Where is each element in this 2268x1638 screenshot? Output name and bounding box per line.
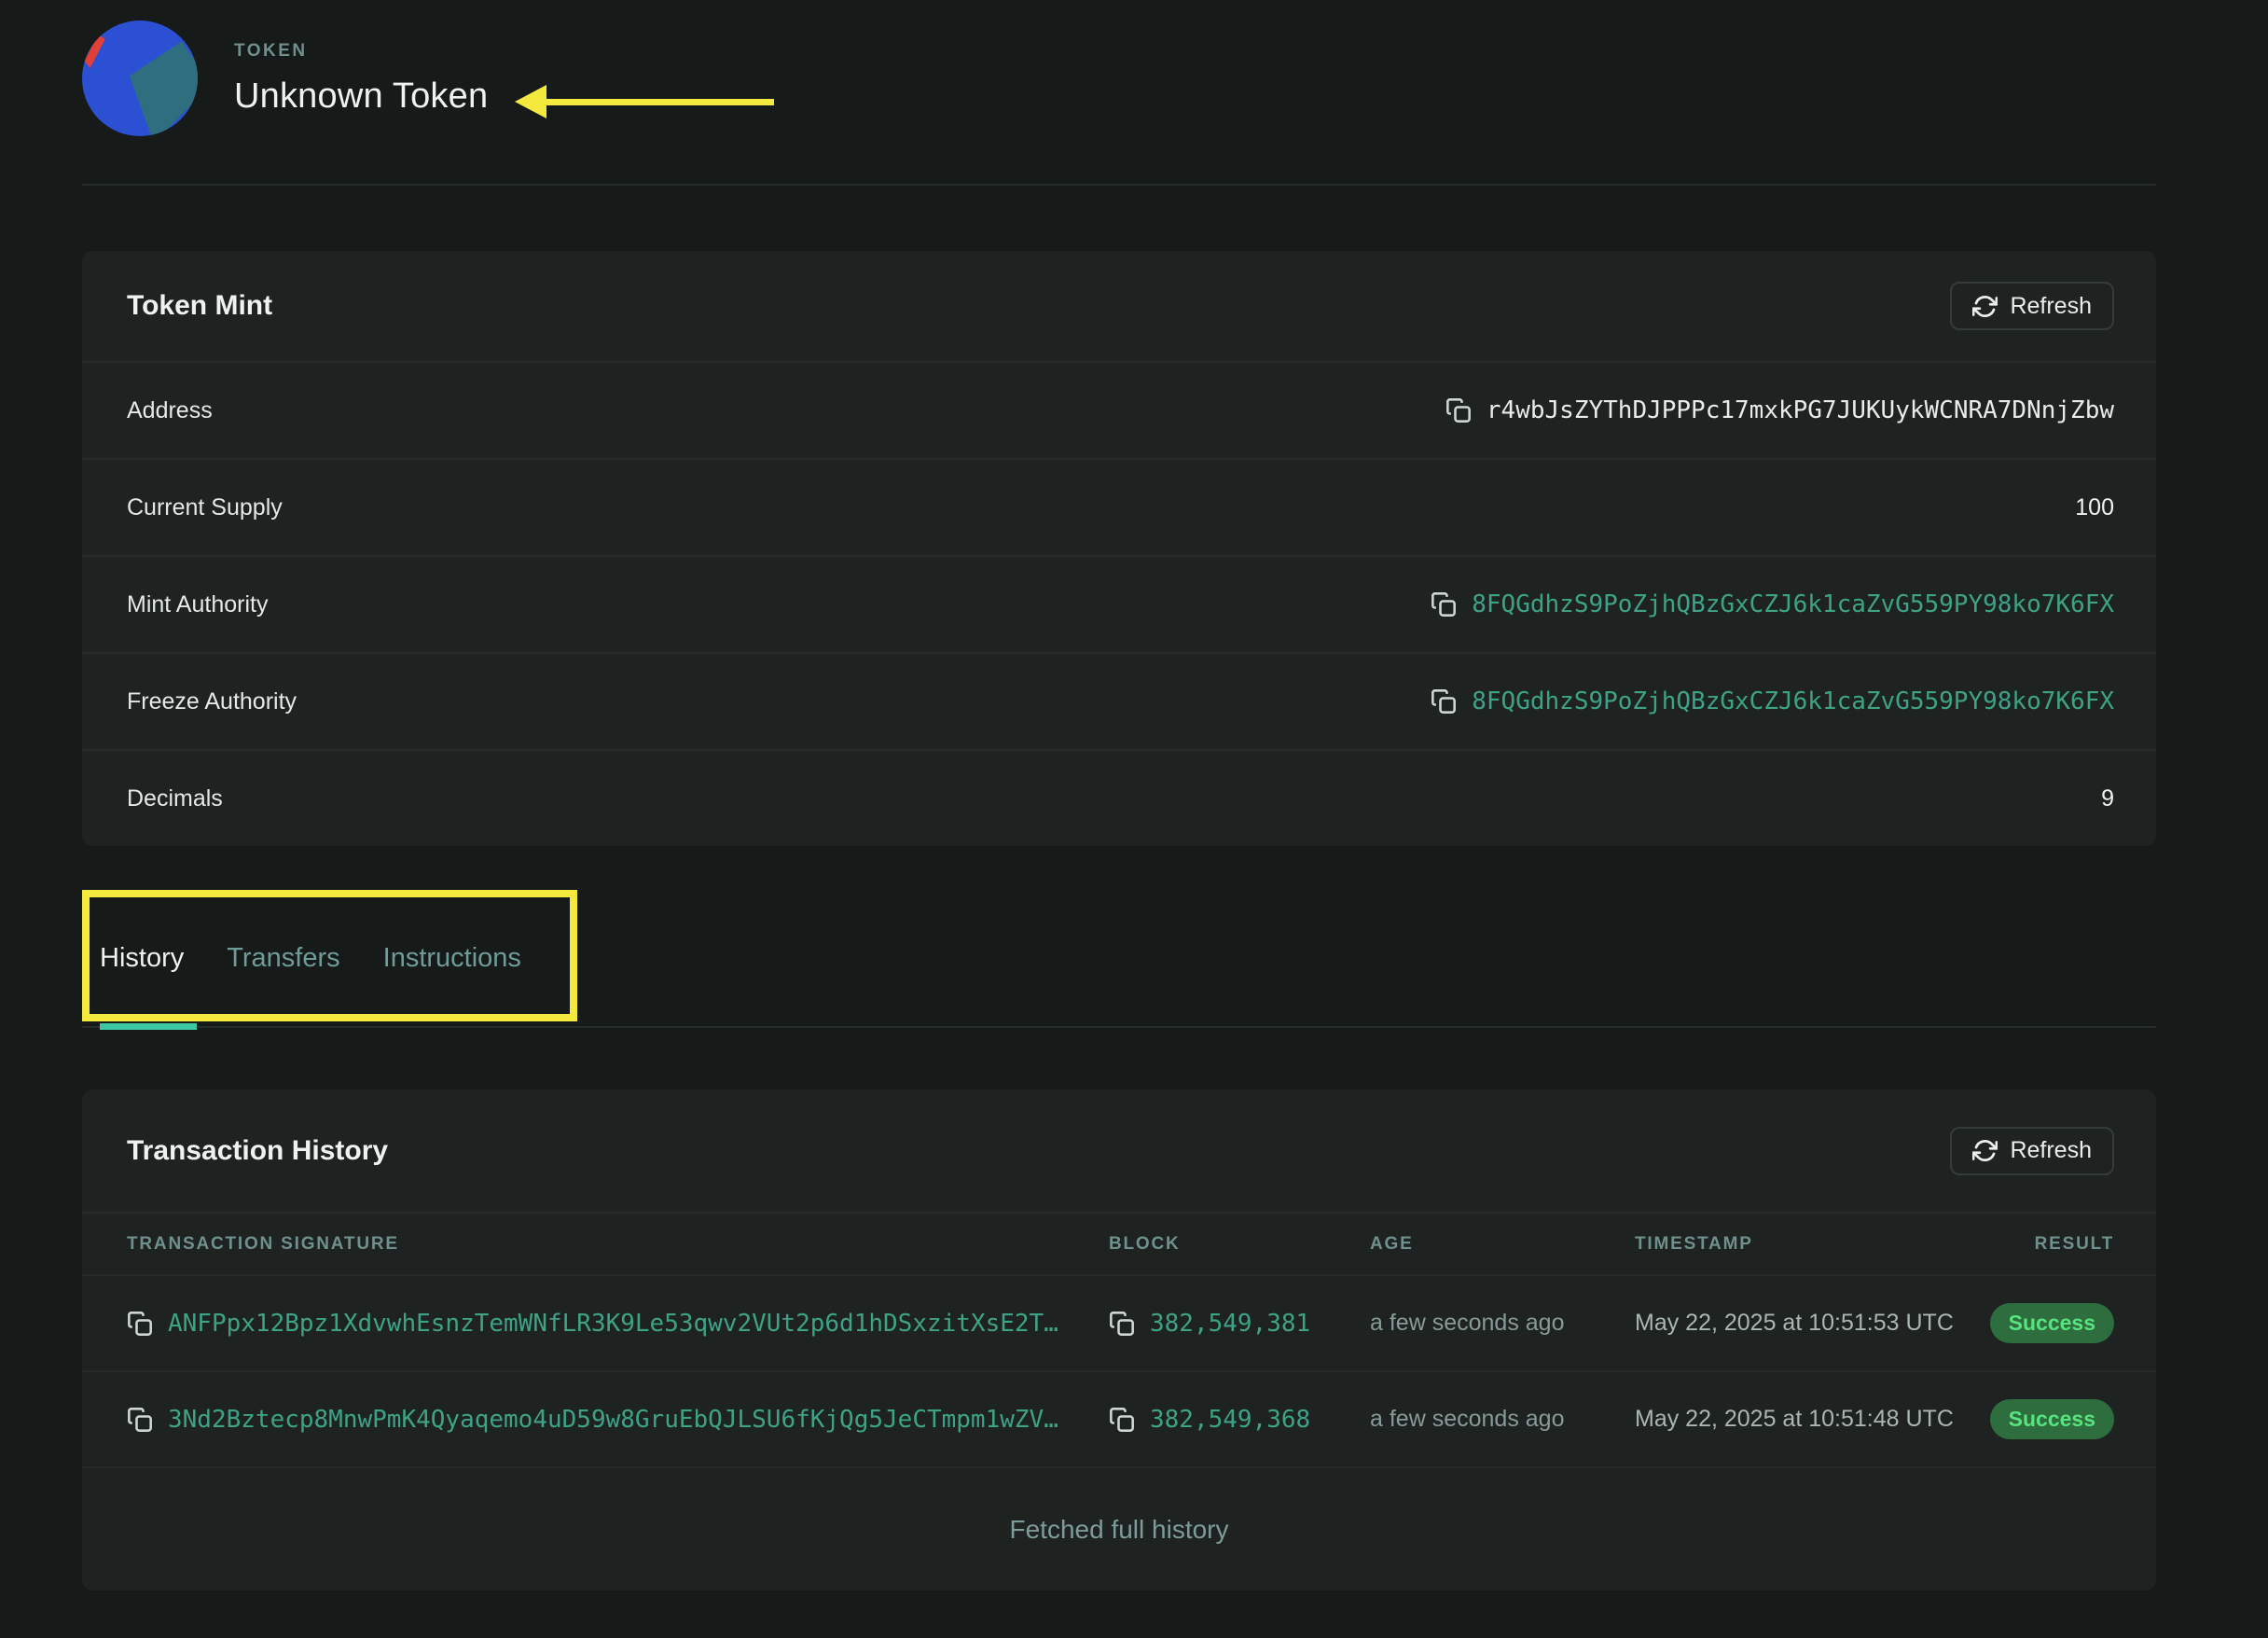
row-address: Address r4wbJsZYThDJPPPc17mxkPG7JUKUykWC…	[82, 361, 2156, 458]
refresh-icon	[1972, 294, 1998, 319]
row-mint-authority: Mint Authority 8FQGdhzS9PoZjhQBzGxCZJ6k1…	[82, 555, 2156, 652]
copy-icon[interactable]	[1431, 591, 1457, 618]
entity-type-label: TOKEN	[234, 41, 488, 62]
timestamp-value: May 22, 2025 at 10:51:53 UTC	[1635, 1310, 1990, 1337]
transaction-signature-link[interactable]: 3Nd2Bztecp8MnwPmK4Qyaqemo4uD59w8GruEbQJL…	[168, 1406, 1058, 1434]
refresh-button-label: Refresh	[2010, 293, 2092, 320]
header-text: TOKEN Unknown Token	[234, 41, 488, 117]
block-link[interactable]: 382,549,368	[1150, 1406, 1310, 1434]
page-title: Unknown Token	[234, 76, 488, 117]
token-mint-refresh-button[interactable]: Refresh	[1950, 282, 2114, 330]
col-timestamp: Timestamp	[1635, 1234, 2035, 1255]
row-mint-authority-label: Mint Authority	[127, 591, 268, 618]
decimals-value: 9	[2101, 785, 2114, 812]
token-mint-card-header: Token Mint Refresh	[82, 251, 2156, 361]
tab-history[interactable]: History	[100, 943, 184, 974]
page-container: TOKEN Unknown Token Token Mint Refresh A…	[82, 0, 2156, 1590]
copy-icon[interactable]	[127, 1407, 153, 1433]
transaction-history-card: Transaction History Refresh Transaction …	[82, 1090, 2156, 1590]
row-freeze-authority: Freeze Authority 8FQGdhzS9PoZjhQBzGxCZJ6…	[82, 652, 2156, 749]
mint-authority-link[interactable]: 8FQGdhzS9PoZjhQBzGxCZJ6k1caZvG559PY98ko7…	[1472, 590, 2114, 618]
col-transaction-signature: Transaction Signature	[127, 1234, 1109, 1255]
copy-icon[interactable]	[1431, 688, 1457, 715]
address-value: r4wbJsZYThDJPPPc17mxkPG7JUKUykWCNRA7DNnj…	[1487, 396, 2114, 424]
token-avatar-icon	[82, 21, 198, 136]
status-badge: Success	[1990, 1303, 2114, 1343]
tab-instructions[interactable]: Instructions	[383, 943, 521, 974]
refresh-icon	[1972, 1138, 1998, 1163]
history-footer-status: Fetched full history	[82, 1466, 2156, 1590]
row-decimals: Decimals 9	[82, 749, 2156, 846]
age-value: a few seconds ago	[1370, 1310, 1635, 1337]
row-address-label: Address	[127, 397, 213, 424]
age-value: a few seconds ago	[1370, 1406, 1635, 1433]
token-mint-card: Token Mint Refresh Address r4wbJsZYThDJP…	[82, 251, 2156, 846]
annotation-arrow	[515, 85, 774, 118]
arrow-head	[515, 85, 546, 118]
arrow-shaft	[546, 99, 774, 105]
freeze-authority-link[interactable]: 8FQGdhzS9PoZjhQBzGxCZJ6k1caZvG559PY98ko7…	[1472, 687, 2114, 715]
active-tab-underline	[100, 1023, 197, 1030]
token-mint-title: Token Mint	[127, 290, 272, 322]
table-header-row: Transaction Signature Block Age Timestam…	[82, 1212, 2156, 1274]
current-supply-value: 100	[2075, 494, 2114, 521]
tab-transfers[interactable]: Transfers	[227, 943, 339, 974]
timestamp-value: May 22, 2025 at 10:51:48 UTC	[1635, 1406, 1990, 1433]
page-header: TOKEN Unknown Token	[82, 21, 2156, 136]
transaction-signature-link[interactable]: ANFPpx12Bpz1XdvwhEsnzTemWNfLR3K9Le53qwv2…	[168, 1310, 1058, 1338]
col-age: Age	[1370, 1234, 1635, 1255]
copy-icon[interactable]	[1109, 1311, 1135, 1337]
tab-bar: History Transfers Instructions	[82, 890, 2156, 1028]
refresh-button-label: Refresh	[2010, 1137, 2092, 1164]
copy-icon[interactable]	[127, 1311, 153, 1337]
table-row: 3Nd2Bztecp8MnwPmK4Qyaqemo4uD59w8GruEbQJL…	[82, 1370, 2156, 1466]
transaction-history-card-header: Transaction History Refresh	[82, 1090, 2156, 1212]
row-current-supply: Current Supply 100	[82, 458, 2156, 555]
col-block: Block	[1109, 1234, 1370, 1255]
block-link[interactable]: 382,549,381	[1150, 1310, 1310, 1338]
transaction-history-refresh-button[interactable]: Refresh	[1950, 1127, 2114, 1175]
copy-icon[interactable]	[1109, 1407, 1135, 1433]
transaction-history-title: Transaction History	[127, 1135, 388, 1167]
row-current-supply-label: Current Supply	[127, 494, 283, 521]
row-decimals-label: Decimals	[127, 785, 223, 812]
col-result: Result	[2035, 1234, 2114, 1255]
copy-icon[interactable]	[1445, 397, 1472, 423]
row-freeze-authority-label: Freeze Authority	[127, 688, 297, 715]
status-badge: Success	[1990, 1399, 2114, 1439]
header-divider	[82, 184, 2156, 186]
table-row: ANFPpx12Bpz1XdvwhEsnzTemWNfLR3K9Le53qwv2…	[82, 1274, 2156, 1370]
